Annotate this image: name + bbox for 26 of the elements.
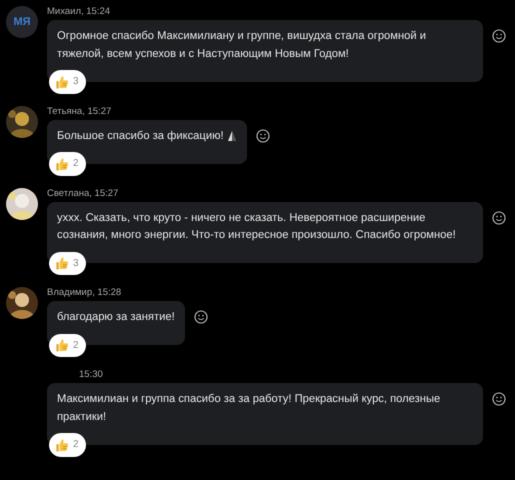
message-text: уххх. Сказать, что круто - ничего не сказать. Невероятное расширение сознания, много энергии. Что-то интересное произошло. Спасибо огромное! <box>57 210 457 243</box>
thumbs-up-icon <box>54 74 70 90</box>
smiley-icon[interactable] <box>492 29 506 43</box>
reaction-button[interactable]: 2 <box>49 152 86 176</box>
message-meta: Михаил, 15:24 <box>47 6 110 17</box>
message-meta: 15:30 <box>79 369 103 380</box>
reaction-button[interactable]: 2 <box>49 334 86 357</box>
message-meta: Тетьяна, 15:27 <box>47 106 112 116</box>
thumbs-up-icon <box>54 436 70 453</box>
smiley-icon[interactable] <box>492 210 506 224</box>
message-meta: Владимир, 15:28 <box>47 287 122 298</box>
thumbs-up-icon <box>54 255 70 272</box>
avatar-initials: МЯ <box>6 6 38 38</box>
reaction-button[interactable]: 3 <box>49 70 86 94</box>
smiley-icon[interactable] <box>194 310 208 324</box>
thumbs-up-icon <box>54 337 70 354</box>
reaction-button[interactable]: 3 <box>49 252 86 275</box>
smiley-icon[interactable] <box>256 128 270 142</box>
message-meta: Светлана, 15:27 <box>47 188 118 198</box>
message-text: Огромное спасибо Максимилиану и группе, вишудха стала огромной и тяжелой, всем успехов и с Наступающим Новым Годом! <box>57 29 427 62</box>
message-text: Большое спасибо за фиксацию! <box>57 128 224 144</box>
smiley-icon[interactable] <box>492 392 506 406</box>
reaction-button[interactable]: 2 <box>49 433 86 456</box>
thumbs-up-icon <box>54 156 70 172</box>
message-text: благодарю за занятие! <box>57 310 175 325</box>
message-text: Максимилиан и группа спасибо за за работу! Прекрасный курс, полезные практики! <box>57 392 442 424</box>
